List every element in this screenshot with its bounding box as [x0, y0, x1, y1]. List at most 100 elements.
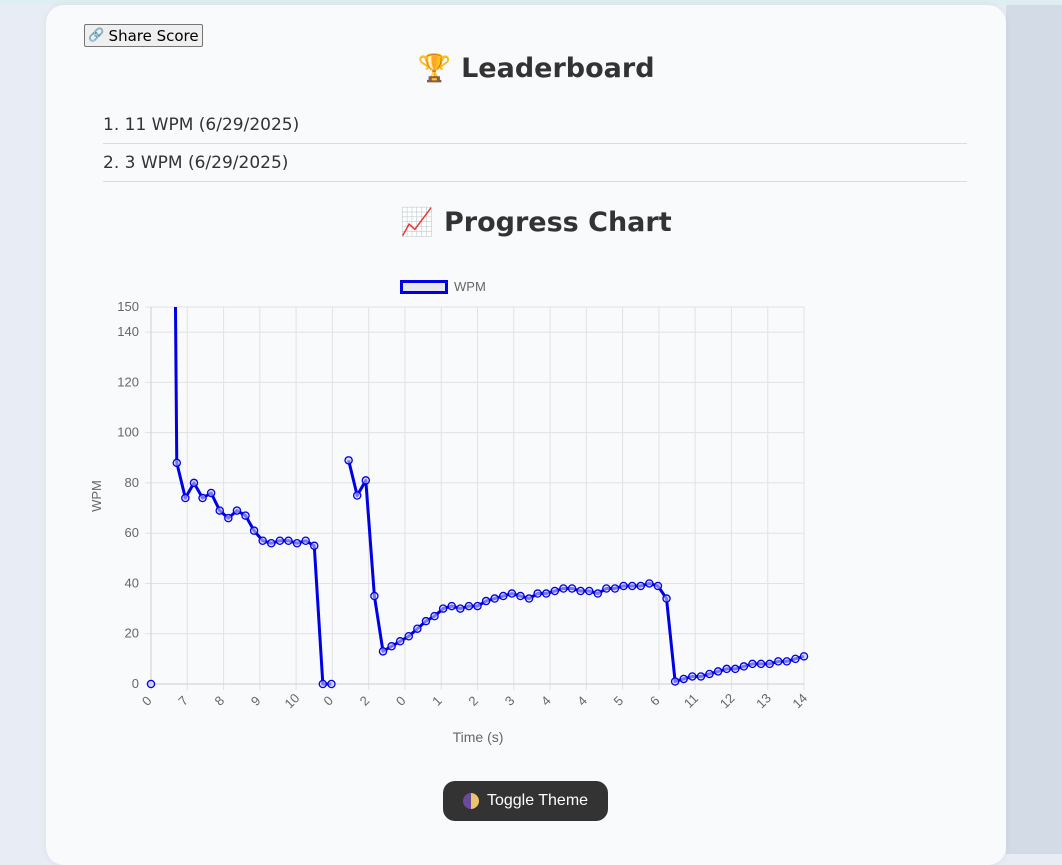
chart-line-layer	[173, 307, 805, 686]
wpm-point	[688, 672, 697, 681]
x-tick-label: 9	[248, 693, 264, 709]
x-tick-label: 8	[212, 693, 228, 709]
wpm-point	[473, 601, 482, 611]
wpm-point	[456, 604, 465, 613]
y-tick-label: 0	[132, 676, 139, 691]
wpm-point	[602, 584, 611, 593]
x-tick-label: 7	[175, 693, 191, 709]
x-tick-label: 13	[753, 690, 774, 711]
x-tick-label: 12	[717, 690, 738, 711]
wpm-point	[490, 594, 499, 603]
wpm-point	[773, 657, 783, 666]
wpm-point	[301, 536, 310, 545]
wpm-line-segment	[347, 459, 805, 683]
wpm-point	[507, 589, 517, 598]
y-tick-label: 100	[117, 425, 139, 440]
x-tick-label: 6	[647, 693, 663, 709]
wpm-point	[584, 586, 594, 596]
wpm-line-segment	[173, 307, 332, 686]
wpm-point	[206, 488, 216, 498]
chart-grid	[145, 306, 805, 690]
wpm-point	[189, 478, 199, 488]
wpm-point	[370, 591, 379, 601]
wpm-point	[318, 679, 328, 689]
y-tick-label: 40	[125, 575, 139, 590]
x-tick-label: 2	[465, 693, 481, 709]
wpm-point	[653, 581, 663, 591]
wpm-point	[765, 659, 774, 669]
x-tick-label: 1	[429, 693, 445, 709]
y-tick-label: 80	[125, 475, 139, 490]
wpm-point	[292, 539, 302, 548]
wpm-point	[499, 591, 508, 601]
wpm-point	[181, 493, 190, 503]
wpm-point	[782, 657, 792, 666]
wpm-point	[799, 652, 809, 661]
wpm-point	[739, 662, 749, 671]
y-tick-label: 60	[125, 525, 139, 540]
wpm-point	[172, 458, 182, 468]
wpm-point	[636, 581, 646, 591]
wpm-point	[541, 589, 551, 598]
wpm-point	[619, 581, 628, 591]
x-tick-label: 0	[139, 693, 155, 709]
wpm-point	[722, 664, 731, 674]
wpm-point	[559, 584, 568, 593]
wpm-point	[249, 526, 259, 535]
wpm-point	[215, 506, 224, 515]
x-tick-label: 4	[574, 693, 590, 709]
y-tick-label: 140	[117, 324, 139, 339]
wpm-point	[670, 677, 680, 686]
y-tick-label: 20	[125, 626, 139, 641]
x-tick-label: 4	[538, 693, 554, 709]
wpm-point	[309, 541, 319, 551]
wpm-point	[464, 601, 474, 611]
wpm-point	[258, 536, 267, 545]
x-tick-label: 10	[282, 690, 303, 711]
theme-icon	[462, 793, 479, 809]
wpm-point	[610, 584, 620, 593]
wpm-point	[267, 539, 276, 548]
x-tick-label: 2	[357, 693, 373, 709]
wpm-point	[241, 511, 250, 520]
wpm-point	[679, 674, 688, 684]
x-tick-label: 11	[681, 691, 701, 711]
wpm-point	[481, 596, 491, 606]
wpm-point	[645, 579, 654, 588]
wpm-point	[275, 536, 285, 545]
wpm-point	[533, 589, 542, 598]
wpm-point	[395, 637, 405, 646]
wpm-point	[662, 594, 671, 603]
wpm-point	[284, 536, 293, 545]
wpm-point	[421, 616, 431, 626]
wpm-point	[516, 591, 525, 601]
wpm-point	[756, 659, 766, 669]
wpm-point	[352, 491, 362, 500]
toggle-theme-button[interactable]: Toggle Theme	[443, 781, 608, 821]
wpm-point	[748, 659, 757, 669]
y-tick-label: 120	[117, 374, 139, 389]
wpm-point	[593, 589, 603, 598]
wpm-point	[430, 611, 439, 621]
progress-chart: 0204060801001201401500 7 8 9 10 0 2 0 1 2 3 4 4 5 6 11 1…	[89, 299, 810, 745]
wpm-point	[576, 586, 585, 596]
wpm-point	[731, 664, 740, 674]
wpm-point	[705, 669, 714, 679]
x-tick-label: 14	[789, 690, 810, 711]
wpm-point	[567, 584, 577, 593]
x-axis-title: Time (s)	[453, 729, 504, 745]
wpm-point	[232, 506, 242, 515]
wpm-point	[447, 601, 456, 611]
wpm-point	[413, 624, 422, 633]
chart-axes: 0204060801001201401500 7 8 9 10 0 2 0 1 2 3 4 4 5 6 11 1…	[117, 299, 810, 711]
wpm-point	[438, 604, 448, 613]
wpm-point	[327, 679, 336, 689]
wpm-point	[524, 594, 534, 603]
wpm-point	[627, 581, 637, 591]
wpm-point	[404, 631, 414, 641]
y-axis-title: WPM	[89, 480, 104, 512]
x-tick-label: 0	[393, 693, 409, 709]
wpm-point	[696, 672, 706, 681]
x-tick-label: 5	[611, 693, 627, 709]
wpm-point	[361, 476, 371, 485]
